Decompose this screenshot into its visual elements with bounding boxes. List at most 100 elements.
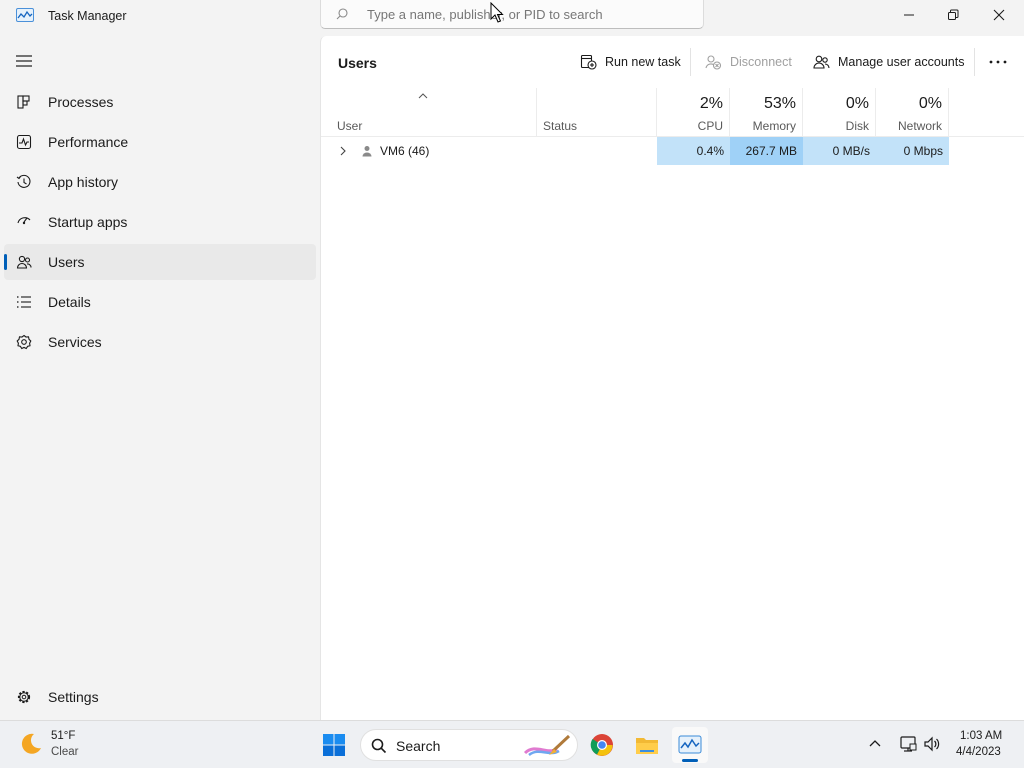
sidebar-item-label: Processes xyxy=(48,94,114,110)
hamburger-menu-icon[interactable] xyxy=(14,51,36,71)
windows-start-icon xyxy=(323,734,345,756)
performance-icon xyxy=(16,134,32,150)
sidebar-item-label: Performance xyxy=(48,134,129,150)
settings-label: Settings xyxy=(48,689,99,705)
weather-condition: Clear xyxy=(51,746,79,758)
cpu-total-percent: 2% xyxy=(699,95,723,112)
weather-temperature: 51°F xyxy=(51,730,76,742)
volume-icon[interactable] xyxy=(923,735,941,753)
active-indicator xyxy=(4,254,7,270)
active-app-indicator xyxy=(682,759,698,762)
column-header-disk[interactable]: 0% Disk xyxy=(803,88,876,137)
task-manager-icon xyxy=(678,735,702,754)
main-panel: Users Run new task Disconnect Manage use… xyxy=(320,36,1024,720)
run-new-task-label: Run new task xyxy=(605,55,681,69)
manage-user-accounts-button[interactable]: Manage user accounts xyxy=(813,50,964,74)
sidebar-item-label: App history xyxy=(48,174,119,190)
manage-users-icon xyxy=(813,55,830,69)
start-button[interactable] xyxy=(316,727,352,763)
run-new-task-icon xyxy=(580,54,597,70)
disk-cell: 0 MB/s xyxy=(803,137,876,165)
services-icon xyxy=(16,334,32,350)
toolbar-separator xyxy=(690,48,691,76)
user-cell: VM6 (46) xyxy=(321,137,537,165)
disk-total-percent: 0% xyxy=(845,95,869,112)
chrome-taskbar-button[interactable] xyxy=(584,727,620,763)
task-manager-taskbar-button[interactable] xyxy=(672,727,708,763)
status-cell xyxy=(537,137,657,165)
restore-icon xyxy=(948,9,959,20)
column-label: Status xyxy=(543,119,578,133)
sidebar-item-label: Users xyxy=(48,254,85,270)
memory-total-percent: 53% xyxy=(763,95,796,112)
column-label: Network xyxy=(897,119,942,133)
column-label: User xyxy=(337,119,363,133)
settings-gear-icon xyxy=(17,690,31,704)
app-history-icon xyxy=(16,174,31,188)
search-icon xyxy=(336,8,348,20)
search-input[interactable] xyxy=(367,5,687,23)
clock-time[interactable]: 1:03 AM xyxy=(960,730,1002,742)
taskbar: 51°F Clear Search 1:03 AM 4/4/2023 xyxy=(0,720,1024,768)
details-icon xyxy=(17,296,31,308)
restore-button[interactable] xyxy=(930,0,976,30)
network-total-percent: 0% xyxy=(918,95,942,112)
file-explorer-folder-icon xyxy=(636,738,658,754)
column-header-network[interactable]: 0% Network xyxy=(876,88,949,137)
minimize-icon xyxy=(904,14,914,16)
sort-ascending-icon xyxy=(418,93,428,99)
more-options-icon xyxy=(989,60,1007,64)
file-explorer-taskbar-button[interactable] xyxy=(629,727,665,763)
sidebar-item-users[interactable]: Users xyxy=(4,244,316,280)
manage-user-accounts-label: Manage user accounts xyxy=(838,55,965,69)
chevron-up-icon[interactable] xyxy=(868,738,882,748)
user-avatar-icon xyxy=(362,146,372,157)
sidebar-item-app-history[interactable]: App history xyxy=(4,164,316,200)
chrome-icon xyxy=(590,734,613,756)
users-icon xyxy=(16,255,32,269)
more-options-button[interactable] xyxy=(985,50,1011,74)
sidebar-item-details[interactable]: Details xyxy=(4,284,316,320)
network-icon[interactable] xyxy=(899,735,917,753)
app-title: Task Manager xyxy=(48,9,127,23)
table-row[interactable]: VM6 (46) 0.4% 267.7 MB 0 MB/s 0 Mbps xyxy=(321,137,1024,165)
mouse-cursor-icon xyxy=(490,2,504,23)
disconnect-icon xyxy=(705,55,722,70)
toolbar-separator xyxy=(974,48,975,76)
sidebar-item-processes[interactable]: Processes xyxy=(4,84,316,120)
sidebar-item-performance[interactable]: Performance xyxy=(4,124,316,160)
sidebar-item-label: Details xyxy=(48,294,91,310)
search-box[interactable] xyxy=(320,0,704,29)
task-manager-app-icon xyxy=(16,8,34,22)
taskbar-search-box[interactable]: Search xyxy=(360,729,578,761)
close-button[interactable] xyxy=(976,0,1022,30)
sidebar-item-services[interactable]: Services xyxy=(4,324,316,360)
column-header-user[interactable]: User xyxy=(321,88,537,137)
taskbar-search-label: Search xyxy=(396,738,441,754)
disconnect-label: Disconnect xyxy=(730,55,792,69)
moon-weather-icon[interactable] xyxy=(18,731,44,757)
table-header: User Status 2% CPU 53% Memory 0% Disk 0%… xyxy=(321,88,1024,137)
title-bar: Task Manager xyxy=(0,0,1024,36)
processes-icon xyxy=(17,95,30,109)
network-cell: 0 Mbps xyxy=(876,137,949,165)
memory-cell: 267.7 MB xyxy=(730,137,803,165)
column-label: Memory xyxy=(752,119,796,133)
sidebar-item-startup-apps[interactable]: Startup apps xyxy=(4,204,316,240)
page-title: Users xyxy=(338,55,377,71)
startup-apps-icon xyxy=(17,217,31,225)
column-label: CPU xyxy=(697,119,723,133)
sidebar-item-settings[interactable]: Settings xyxy=(4,679,316,715)
clock-date[interactable]: 4/4/2023 xyxy=(956,746,1001,758)
run-new-task-button[interactable]: Run new task xyxy=(580,50,681,74)
user-name: VM6 (46) xyxy=(380,144,430,158)
disconnect-button[interactable]: Disconnect xyxy=(705,50,792,74)
chevron-right-icon[interactable] xyxy=(338,145,348,157)
column-label: Disk xyxy=(845,119,869,133)
column-header-memory[interactable]: 53% Memory xyxy=(730,88,803,137)
column-header-cpu[interactable]: 2% CPU xyxy=(657,88,730,137)
minimize-button[interactable] xyxy=(886,0,932,30)
sidebar-item-label: Services xyxy=(48,334,102,350)
sidebar-item-label: Startup apps xyxy=(48,214,128,230)
column-header-status[interactable]: Status xyxy=(537,88,657,137)
